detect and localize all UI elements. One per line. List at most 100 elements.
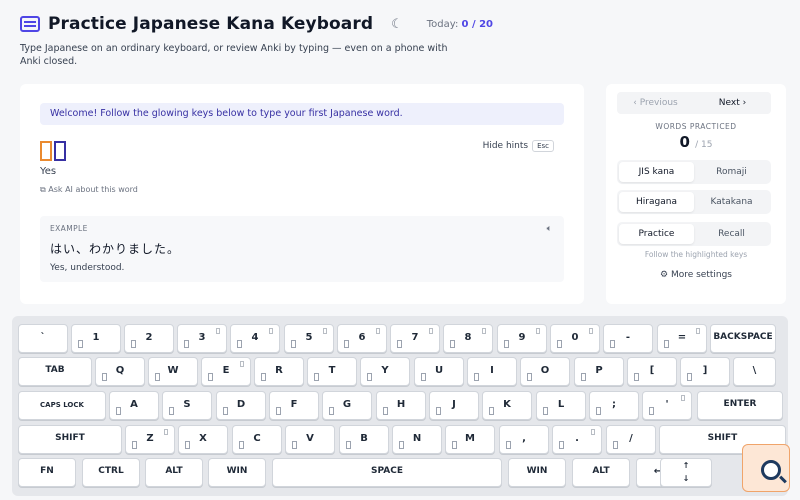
kana-glyph — [664, 340, 669, 348]
key-9[interactable]: 9 — [497, 324, 547, 353]
key-7[interactable]: 7 — [390, 324, 440, 353]
speaker-icon[interactable]: 🔈︎ — [547, 224, 552, 234]
key-q[interactable]: Q — [95, 357, 145, 386]
key-sym13[interactable]: \ — [733, 357, 776, 386]
kana-glyph — [489, 407, 494, 415]
kana-glyph — [399, 441, 404, 449]
example-label: EXAMPLE — [50, 224, 88, 233]
key-capslock[interactable]: CAPS LOCK — [18, 391, 106, 420]
key-alt[interactable]: ALT — [572, 458, 630, 487]
key-l[interactable]: L — [536, 391, 586, 420]
key-x[interactable]: X — [178, 425, 228, 454]
layout-toggle: JIS kana Romaji — [617, 160, 771, 184]
hiragana-option[interactable]: Hiragana — [619, 192, 694, 212]
key-h[interactable]: H — [376, 391, 426, 420]
ask-ai-link[interactable]: ⧉ Ask AI about this word — [40, 185, 138, 195]
kana-shift-glyph — [376, 328, 380, 334]
kana-glyph — [581, 373, 586, 381]
key-sym10[interactable]: ; — [589, 391, 639, 420]
key-fn[interactable]: FN — [18, 458, 76, 487]
key-sym12[interactable]: = — [657, 324, 707, 353]
key-s[interactable]: S — [162, 391, 212, 420]
key-sym10[interactable]: / — [606, 425, 656, 454]
key-t[interactable]: T — [307, 357, 357, 386]
words-practiced-label: WORDS PRACTICED — [655, 122, 737, 131]
key-a[interactable]: A — [109, 391, 159, 420]
key-5[interactable]: 5 — [284, 324, 334, 353]
key-shift[interactable]: SHIFT — [18, 425, 122, 454]
key-g[interactable]: G — [322, 391, 372, 420]
key-ctrl[interactable]: CTRL — [82, 458, 140, 487]
key-m[interactable]: M — [445, 425, 495, 454]
key-win[interactable]: WIN — [508, 458, 566, 487]
key-r[interactable]: R — [254, 357, 304, 386]
key-c[interactable]: C — [232, 425, 282, 454]
jis-kana-option[interactable]: JIS kana — [619, 162, 694, 182]
hide-hints-button[interactable]: Hide hints Esc — [483, 140, 554, 152]
word-meaning: Yes — [40, 166, 57, 177]
search-badge-icon[interactable] — [742, 444, 790, 492]
key-sym11[interactable]: [ — [627, 357, 677, 386]
moon-icon[interactable]: ☾ — [391, 17, 403, 32]
key-0[interactable]: 0 — [550, 324, 600, 353]
previous-button[interactable]: ‹ Previous — [617, 92, 694, 114]
key-sym9[interactable]: . — [552, 425, 602, 454]
key-4[interactable]: 4 — [230, 324, 280, 353]
key-label: ALT — [165, 466, 183, 476]
key-j[interactable]: J — [429, 391, 479, 420]
key-sym8[interactable]: ↑ ↓ — [660, 458, 712, 487]
key-sym12[interactable]: ] — [680, 357, 730, 386]
key-space[interactable]: SPACE — [272, 458, 502, 487]
key-y[interactable]: Y — [360, 357, 410, 386]
key-n[interactable]: N — [392, 425, 442, 454]
key-6[interactable]: 6 — [337, 324, 387, 353]
key-alt[interactable]: ALT — [145, 458, 203, 487]
key-label: WIN — [526, 466, 548, 476]
key-u[interactable]: U — [414, 357, 464, 386]
romaji-option[interactable]: Romaji — [694, 162, 769, 182]
kana-char — [54, 141, 66, 161]
kana-glyph — [314, 373, 319, 381]
key-f[interactable]: F — [269, 391, 319, 420]
practice-option[interactable]: Practice — [619, 224, 694, 244]
key-sym0[interactable]: ` — [18, 324, 68, 353]
kana-shift-glyph — [323, 328, 327, 334]
key-backspace[interactable]: BACKSPACE — [710, 324, 776, 353]
key-8[interactable]: 8 — [443, 324, 493, 353]
key-o[interactable]: O — [520, 357, 570, 386]
key-label: ↓ — [682, 474, 690, 483]
page-subtitle: Type Japanese on an ordinary keyboard, o… — [20, 43, 448, 67]
follow-hint: Follow the highlighted keys — [644, 250, 748, 259]
next-button[interactable]: Next › — [694, 92, 771, 114]
example-japanese: はい、わかりました。 — [50, 242, 181, 256]
key-p[interactable]: P — [574, 357, 624, 386]
recall-option[interactable]: Recall — [694, 224, 769, 244]
key-label: CAPS LOCK — [40, 401, 84, 409]
kana-shift-glyph — [482, 328, 486, 334]
welcome-banner: Welcome! Follow the glowing keys below t… — [40, 103, 564, 125]
key-3[interactable]: 3 — [177, 324, 227, 353]
key-1[interactable]: 1 — [71, 324, 121, 353]
key-b[interactable]: B — [339, 425, 389, 454]
key-e[interactable]: E — [201, 357, 251, 386]
key-label: FN — [40, 466, 54, 476]
more-settings-button[interactable]: ⚙ More settings — [606, 270, 786, 280]
key-d[interactable]: D — [216, 391, 266, 420]
katakana-option[interactable]: Katakana — [694, 192, 769, 212]
kana-shift-glyph — [591, 429, 595, 435]
key-enter[interactable]: ENTER — [697, 391, 783, 420]
key-k[interactable]: K — [482, 391, 532, 420]
key-sym11[interactable]: ' — [642, 391, 692, 420]
key-tab[interactable]: TAB — [18, 357, 92, 386]
word-nav: ‹ Previous Next › — [617, 92, 771, 114]
gear-icon: ⚙ — [659, 270, 669, 280]
key-v[interactable]: V — [285, 425, 335, 454]
key-w[interactable]: W — [148, 357, 198, 386]
key-sym11[interactable]: - — [603, 324, 653, 353]
side-panel: ‹ Previous Next › WORDS PRACTICED 0 / 15… — [606, 84, 786, 304]
key-sym8[interactable]: , — [499, 425, 549, 454]
key-z[interactable]: Z — [125, 425, 175, 454]
key-win[interactable]: WIN — [208, 458, 266, 487]
key-2[interactable]: 2 — [124, 324, 174, 353]
key-i[interactable]: I — [467, 357, 517, 386]
